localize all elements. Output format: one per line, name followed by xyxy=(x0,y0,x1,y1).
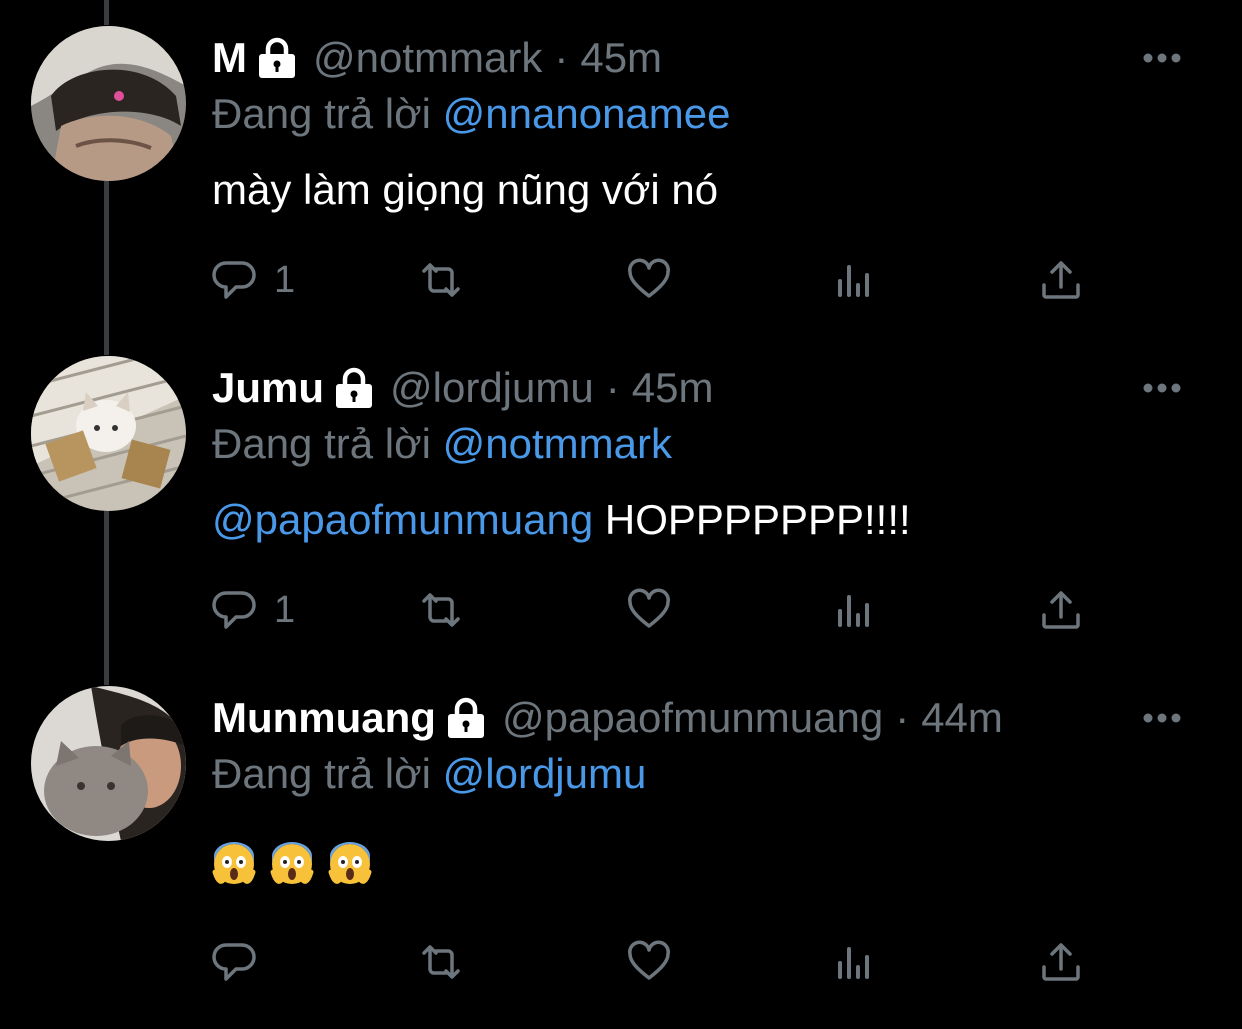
analytics-button[interactable] xyxy=(832,580,878,640)
display-name[interactable]: M xyxy=(212,34,247,82)
scream-emoji xyxy=(270,842,314,884)
tweet[interactable]: Jumu @lordjumu · 45m Đang trả lời @notmm… xyxy=(0,330,1242,660)
reply-prefix: Đang trả lời xyxy=(212,420,431,467)
heart-icon xyxy=(628,940,670,980)
reply-icon xyxy=(212,261,256,299)
reply-count: 1 xyxy=(274,588,296,631)
tweet[interactable]: Munmuang @papaofmunmuang · 44m Đang trả … xyxy=(0,660,1242,1029)
action-bar: 1 xyxy=(212,250,1092,310)
handle[interactable]: @notmmark xyxy=(313,34,542,82)
reply-icon xyxy=(212,591,256,629)
share-button[interactable] xyxy=(1038,250,1084,310)
retweet-button[interactable] xyxy=(418,580,464,640)
thread: M @notmmark · 45m Đang trả lời @nnanonam… xyxy=(0,0,1242,1029)
reply-button[interactable] xyxy=(212,932,274,992)
avatar[interactable] xyxy=(31,686,186,841)
reply-to: Đang trả lời @notmmark xyxy=(212,420,672,468)
share-icon xyxy=(1042,261,1080,299)
analytics-icon xyxy=(838,595,869,627)
share-button[interactable] xyxy=(1038,580,1084,640)
reply-button[interactable]: 1 xyxy=(212,250,295,310)
heart-icon xyxy=(628,588,670,628)
timestamp[interactable]: 44m xyxy=(921,694,1003,742)
like-button[interactable] xyxy=(626,932,672,992)
scream-emoji xyxy=(328,842,372,884)
reply-button[interactable]: 1 xyxy=(212,580,295,640)
tweet-header: Jumu @lordjumu · 45m xyxy=(212,358,1212,418)
analytics-icon xyxy=(838,947,869,979)
like-button[interactable] xyxy=(626,250,672,310)
reply-to: Đang trả lời @lordjumu xyxy=(212,750,646,798)
reply-prefix: Đang trả lời xyxy=(212,90,431,137)
body-text: HOPPPPPPP!!!! xyxy=(604,496,911,543)
analytics-button[interactable] xyxy=(832,250,878,310)
display-name[interactable]: Jumu xyxy=(212,364,324,412)
more-icon[interactable] xyxy=(1142,382,1182,394)
retweet-button[interactable] xyxy=(418,250,464,310)
more-icon[interactable] xyxy=(1142,52,1182,64)
analytics-icon xyxy=(838,265,869,297)
separator: · xyxy=(895,694,910,741)
timestamp[interactable]: 45m xyxy=(580,34,662,82)
action-bar: 1 xyxy=(212,580,1092,640)
retweet-icon xyxy=(422,593,460,627)
tweet-text: mày làm giọng nũng với nó xyxy=(212,166,719,213)
lock-icon xyxy=(336,367,373,408)
tweet-header: Munmuang @papaofmunmuang · 44m xyxy=(212,688,1212,748)
lock-icon xyxy=(259,37,295,78)
reply-prefix: Đang trả lời xyxy=(212,750,431,797)
timestamp[interactable]: 45m xyxy=(632,364,714,412)
display-name[interactable]: Munmuang xyxy=(212,694,436,742)
avatar-image xyxy=(31,26,186,181)
tweet[interactable]: M @notmmark · 45m Đang trả lời @nnanonam… xyxy=(0,0,1242,330)
avatar-image xyxy=(31,356,186,511)
retweet-icon xyxy=(422,263,460,297)
share-icon xyxy=(1042,591,1080,629)
reply-mention[interactable]: @lordjumu xyxy=(443,750,647,797)
body-mention[interactable]: @papaofmunmuang xyxy=(212,496,593,543)
reply-to: Đang trả lời @nnanonamee xyxy=(212,90,731,138)
action-bar xyxy=(212,932,1092,992)
reply-icon xyxy=(212,943,256,981)
tweet-text: @papaofmunmuang HOPPPPPPP!!!! xyxy=(212,496,911,544)
lock-icon xyxy=(447,697,484,738)
share-icon xyxy=(1042,943,1080,981)
scream-emoji xyxy=(212,842,256,884)
more-icon[interactable] xyxy=(1142,712,1182,724)
avatar[interactable] xyxy=(31,26,186,181)
reply-mention[interactable]: @notmmark xyxy=(443,420,672,467)
reply-count: 1 xyxy=(274,258,296,301)
reply-mention[interactable]: @nnanonamee xyxy=(443,90,731,137)
handle[interactable]: @papaofmunmuang xyxy=(502,694,883,742)
tweet-header: M @notmmark · 45m xyxy=(212,28,1212,88)
separator: · xyxy=(554,34,569,81)
retweet-button[interactable] xyxy=(418,932,464,992)
separator: · xyxy=(605,364,620,411)
handle[interactable]: @lordjumu xyxy=(390,364,594,412)
analytics-button[interactable] xyxy=(832,932,878,992)
like-button[interactable] xyxy=(626,580,672,640)
share-button[interactable] xyxy=(1038,932,1084,992)
tweet-text xyxy=(212,842,372,886)
avatar[interactable] xyxy=(31,356,186,511)
avatar-image xyxy=(31,686,186,841)
retweet-icon xyxy=(422,945,460,979)
heart-icon xyxy=(628,258,670,298)
